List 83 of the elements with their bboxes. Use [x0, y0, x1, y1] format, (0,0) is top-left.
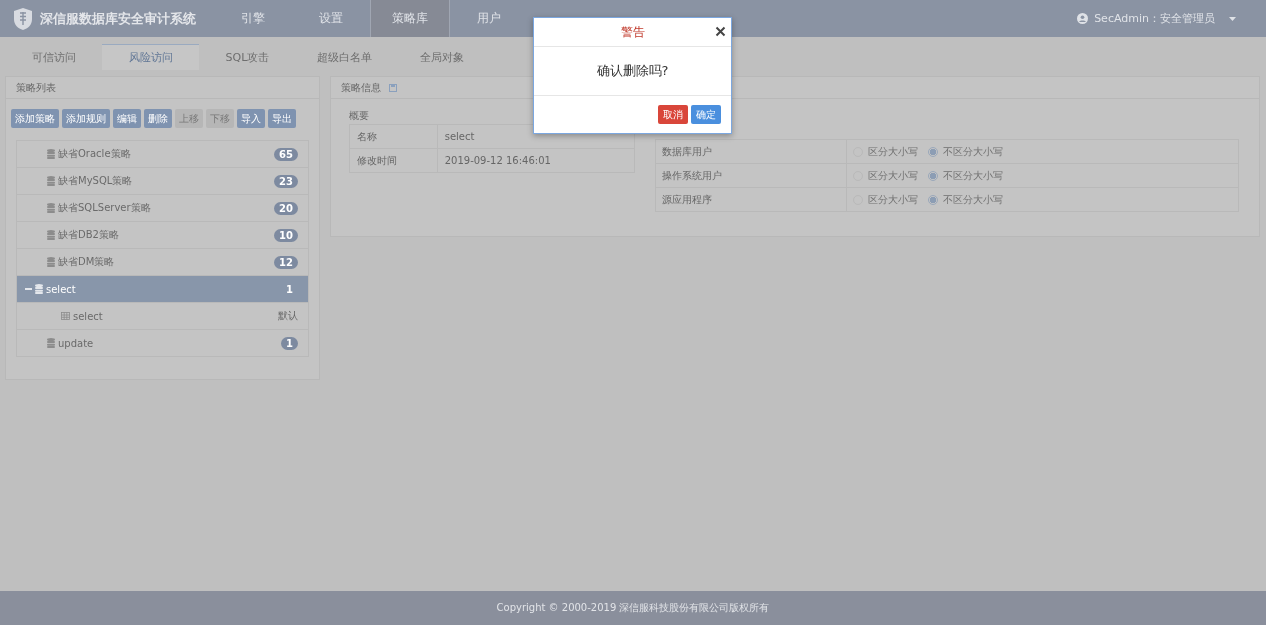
- save-icon[interactable]: [389, 83, 397, 92]
- item-count: 12: [274, 255, 298, 269]
- database-icon: [47, 176, 55, 186]
- radio-option[interactable]: 不区分大小写: [928, 168, 1003, 183]
- nav-item[interactable]: 设置: [292, 0, 370, 37]
- tree-item[interactable]: select 1: [17, 276, 308, 303]
- table-cell: 名称: [350, 125, 438, 148]
- radio-button[interactable]: [928, 170, 938, 181]
- tab[interactable]: 可信访问: [5, 44, 102, 70]
- section-label: 概要: [349, 109, 370, 123]
- radio-label: 区分大小写: [868, 192, 918, 207]
- close-button[interactable]: [714, 25, 727, 38]
- nav-item[interactable]: 用户: [450, 0, 528, 37]
- radio-option[interactable]: 区分大小写: [853, 192, 918, 207]
- database-icon: [47, 230, 55, 240]
- table-cell: 源应用程序: [656, 188, 847, 211]
- tree-item[interactable]: 缺省SQLServer策略 20: [17, 195, 308, 222]
- tree-item[interactable]: 缺省MySQL策略 23: [17, 168, 308, 195]
- database-icon: [47, 203, 55, 213]
- table-icon: [61, 312, 70, 320]
- table-cell: 数据库用户: [656, 140, 847, 163]
- tree-item-label: 缺省DM策略: [58, 255, 115, 269]
- item-count: 65: [274, 147, 298, 161]
- radio-label: 区分大小写: [868, 144, 918, 159]
- tree-item[interactable]: 缺省DB2策略 10: [17, 222, 308, 249]
- radio-option[interactable]: 区分大小写: [853, 144, 918, 159]
- radio-label: 不区分大小写: [943, 192, 1003, 207]
- tag-label: 默认: [278, 309, 298, 323]
- item-count: 1: [281, 336, 298, 350]
- tree-item[interactable]: 缺省Oracle策略 65: [17, 141, 308, 168]
- radio-label: 不区分大小写: [943, 144, 1003, 159]
- tree-item-label: update: [58, 337, 94, 349]
- item-count: 10: [274, 228, 298, 242]
- database-icon: [35, 284, 43, 294]
- tree-item-label: 缺省DB2策略: [58, 228, 119, 242]
- table-cell: 操作系统用户: [656, 164, 847, 187]
- toolbar-button[interactable]: 删除: [144, 109, 172, 128]
- radio-option[interactable]: 区分大小写: [853, 168, 918, 183]
- app-title: 深信服数据库安全审计系统: [40, 9, 196, 28]
- tab[interactable]: 超级白名单: [296, 44, 393, 70]
- confirm-button[interactable]: 确定: [691, 105, 721, 124]
- item-count: 23: [274, 174, 298, 188]
- tree-item-label: 缺省Oracle策略: [58, 147, 131, 161]
- tree-item[interactable]: select 默认: [17, 303, 308, 330]
- tab[interactable]: 风险访问: [102, 44, 199, 70]
- radio-option[interactable]: 不区分大小写: [928, 144, 1003, 159]
- database-icon: [47, 149, 55, 159]
- panel-title: 策略列表: [16, 80, 56, 95]
- user-icon: [1077, 13, 1089, 24]
- toolbar-button[interactable]: 添加策略: [11, 109, 59, 128]
- item-count: 20: [274, 201, 298, 215]
- copyright-text: Copyright © 2000-2019 深信服科技股份有限公司版权所有: [496, 601, 770, 615]
- toolbar-button[interactable]: 导出: [268, 109, 296, 128]
- nav-item[interactable]: 策略库: [370, 0, 450, 37]
- tree-item-label: select: [73, 310, 103, 322]
- tab[interactable]: 全局对象: [393, 44, 490, 70]
- toolbar-button[interactable]: 导入: [237, 109, 265, 128]
- item-count: 1: [285, 282, 294, 296]
- toolbar-button[interactable]: 编辑: [113, 109, 141, 128]
- tab[interactable]: SQL攻击: [199, 44, 296, 70]
- radio-label: 区分大小写: [868, 168, 918, 183]
- table-cell-text: select: [443, 130, 476, 144]
- radio-button[interactable]: [928, 194, 938, 205]
- database-icon: [47, 257, 55, 267]
- toolbar-button[interactable]: 添加规则: [62, 109, 110, 128]
- tree-item-label: select: [46, 283, 76, 295]
- caret-icon[interactable]: [1229, 16, 1236, 21]
- radio-button[interactable]: [928, 146, 938, 157]
- radio-option[interactable]: 不区分大小写: [928, 192, 1003, 207]
- dialog-message: 确认删除吗?: [596, 62, 669, 80]
- tree-item[interactable]: update 1: [17, 330, 308, 356]
- tree-item-label: 缺省MySQL策略: [58, 174, 133, 188]
- panel-title: 策略信息: [341, 80, 381, 95]
- nav-item[interactable]: 引擎: [214, 0, 292, 37]
- table-cell: 修改时间: [350, 149, 438, 172]
- dialog-title: 警告: [620, 23, 645, 41]
- tree-item-label: 缺省SQLServer策略: [58, 201, 151, 215]
- user-name: SecAdmin：安全管理员: [1094, 11, 1215, 26]
- table-cell-text: 2019-09-12 16:46:01: [443, 154, 552, 168]
- cancel-button[interactable]: 取消: [658, 105, 688, 124]
- database-icon: [47, 338, 55, 348]
- shield-logo-icon: [14, 7, 32, 30]
- radio-label: 不区分大小写: [943, 168, 1003, 183]
